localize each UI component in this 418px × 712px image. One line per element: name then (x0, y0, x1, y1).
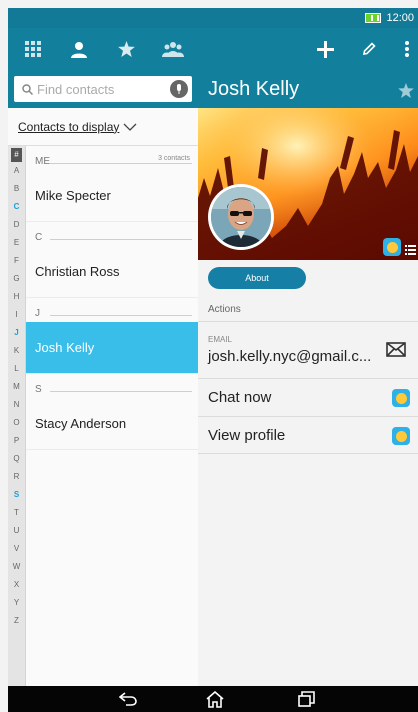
chevron-down-icon (123, 123, 137, 131)
messenger-app-icon (392, 389, 410, 407)
contact-count: 3 contacts (158, 155, 190, 162)
star-icon[interactable] (111, 34, 141, 64)
alphabet-index-letter[interactable]: Y (8, 594, 25, 612)
alphabet-index-letter[interactable]: B (8, 180, 25, 198)
view-profile-action[interactable]: View profile (198, 416, 418, 454)
search-box[interactable] (14, 76, 192, 102)
contact-name: Stacy Anderson (35, 416, 127, 431)
actions-section-label: Actions (208, 304, 241, 315)
alphabet-index-letter[interactable]: O (8, 414, 25, 432)
section-header: S (26, 374, 198, 398)
alphabet-index-letter[interactable]: N (8, 396, 25, 414)
alphabet-index-letter[interactable]: T (8, 504, 25, 522)
contact-detail-header: Josh Kelly (198, 70, 418, 108)
chat-now-action[interactable]: Chat now (198, 378, 418, 416)
section-header-letter: J (35, 308, 40, 319)
add-icon[interactable] (310, 34, 340, 64)
alphabet-index-letter[interactable]: A (8, 162, 25, 180)
edit-icon[interactable] (354, 34, 384, 64)
section-header: C (26, 222, 198, 246)
back-icon[interactable] (117, 689, 139, 709)
action-bar (8, 28, 418, 70)
contact-name-title: Josh Kelly (208, 77, 300, 100)
chat-now-label: Chat now (208, 389, 272, 406)
view-profile-label: View profile (208, 426, 286, 444)
section-divider (50, 239, 192, 240)
alphabet-index-letter[interactable]: G (8, 270, 25, 288)
section-header-letter: ME (35, 156, 50, 167)
navigation-bar (8, 686, 418, 712)
contact-row[interactable]: Stacy Anderson (26, 398, 198, 450)
section-header: J (26, 298, 198, 322)
alphabet-index-letter[interactable]: S (8, 486, 25, 504)
messenger-app-icon (383, 238, 401, 256)
email-value: josh.kelly.nyc@gmail.c... (208, 348, 372, 365)
alphabet-index-letter[interactable]: V (8, 540, 25, 558)
contact-row[interactable]: Josh Kelly (26, 322, 198, 374)
alphabet-index-letter[interactable]: X (8, 576, 25, 594)
alphabet-index-letter[interactable]: M (8, 378, 25, 396)
alphabet-index-letter[interactable]: K (8, 342, 25, 360)
alphabet-index-hash[interactable]: # (11, 148, 22, 162)
battery-charging-icon (365, 13, 382, 23)
email-action[interactable]: EMAIL josh.kelly.nyc@gmail.c... (198, 322, 418, 378)
section-divider (50, 163, 192, 164)
section-header: ME 3 contacts (26, 146, 198, 170)
alphabet-index-letter[interactable]: J (8, 324, 25, 342)
contact-name: Josh Kelly (35, 340, 95, 355)
email-label: EMAIL (208, 335, 233, 344)
alphabet-index-letter[interactable]: L (8, 360, 25, 378)
alphabet-index-letter[interactable]: U (8, 522, 25, 540)
status-bar: 12:00 (8, 8, 418, 28)
alphabet-index-letter[interactable]: R (8, 468, 25, 486)
mail-icon[interactable] (386, 342, 406, 362)
section-header-letter: S (35, 384, 42, 395)
contacts-display-filter[interactable]: Contacts to display (8, 108, 198, 146)
list-icon[interactable] (405, 242, 416, 260)
messenger-app-icon (392, 427, 410, 445)
recents-icon[interactable] (295, 689, 317, 709)
alphabet-index-letter[interactable]: P (8, 432, 25, 450)
home-icon[interactable] (204, 689, 226, 709)
microphone-icon[interactable] (170, 80, 188, 98)
contact-list: ME 3 contacts Mike Specter C Christian Ross J… (26, 146, 198, 686)
alphabet-index-letter[interactable]: I (8, 306, 25, 324)
alphabet-index[interactable]: # A B C D E F G H I J K L M N O P Q R S T U V W X Y Z (8, 146, 26, 686)
person-icon[interactable] (64, 34, 94, 64)
alphabet-index-letter[interactable]: F (8, 252, 25, 270)
alphabet-index-letter[interactable]: E (8, 234, 25, 252)
overflow-menu-icon[interactable] (392, 34, 418, 64)
alphabet-index-letter[interactable]: W (8, 558, 25, 576)
grid-icon[interactable] (18, 34, 48, 64)
alphabet-index-letter[interactable]: H (8, 288, 25, 306)
detail-empty-area (198, 454, 418, 686)
alphabet-index-letter[interactable]: Q (8, 450, 25, 468)
contact-avatar[interactable] (208, 184, 274, 250)
groups-icon[interactable] (158, 34, 188, 64)
section-divider (50, 391, 192, 392)
section-header-letter: C (35, 232, 43, 243)
favorite-star-icon[interactable] (398, 81, 414, 104)
section-divider (50, 315, 192, 316)
status-time: 12:00 (386, 12, 414, 24)
search-icon (22, 83, 33, 95)
alphabet-index-letter[interactable]: D (8, 216, 25, 234)
search-input[interactable] (37, 78, 157, 100)
alphabet-index-letter[interactable]: Z (8, 612, 25, 630)
search-bar-container (8, 70, 198, 108)
about-button[interactable]: About (208, 267, 306, 289)
contact-row[interactable]: Mike Specter (26, 170, 198, 222)
contact-name: Christian Ross (35, 264, 120, 279)
contacts-display-label: Contacts to display (18, 119, 120, 134)
alphabet-index-letter[interactable]: C (8, 198, 25, 216)
contact-row[interactable]: Christian Ross (26, 246, 198, 298)
contact-name: Mike Specter (35, 188, 111, 203)
